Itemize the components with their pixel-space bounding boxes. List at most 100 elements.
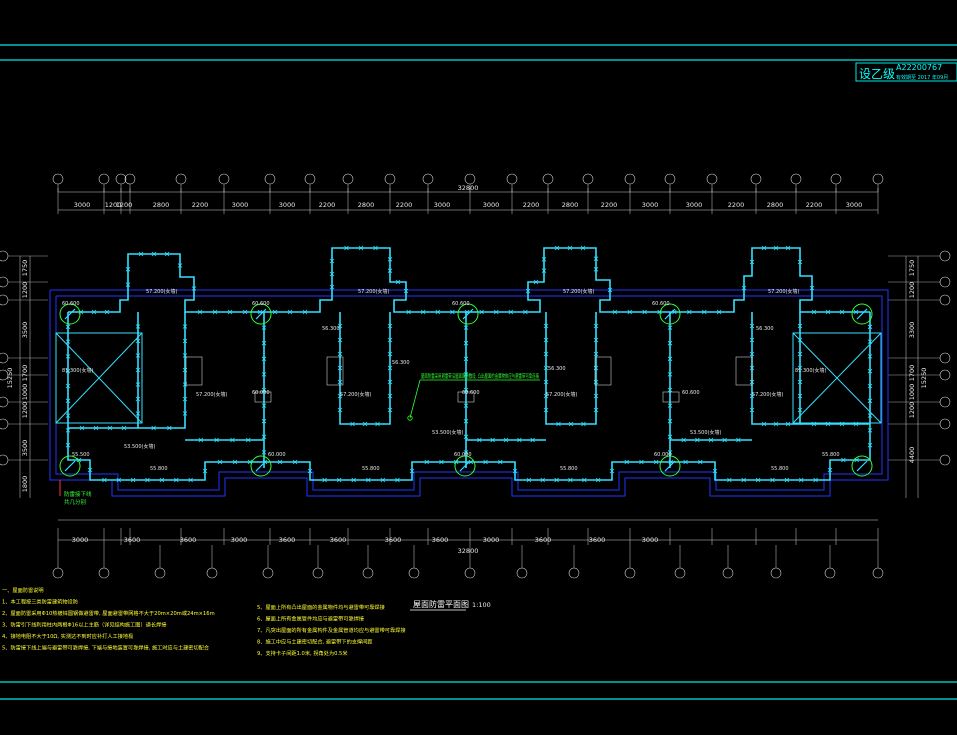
- bottom-dimension-label: 3000: [642, 536, 659, 544]
- top-dimension-label: 2200: [806, 201, 823, 209]
- top-dimension-label: 2200: [319, 201, 336, 209]
- top-dimension-label: 2800: [562, 201, 579, 209]
- axis-bubble: [384, 173, 396, 185]
- axis-bubble: [218, 173, 230, 185]
- elevation-label: 57.200(女墙): [752, 391, 783, 398]
- axis-bubble: [262, 567, 274, 579]
- right-dimension-label: 1700: [908, 365, 916, 382]
- roof-lightning-plan: 设乙级 A22200767 有效期至 2017 年09月 32800 32800…: [0, 44, 957, 700]
- left-dimension-label: 1000: [21, 384, 29, 401]
- design-note-line: 5、屋面上所有凸出屋面的金属物件均与避雷带可靠焊接: [257, 603, 385, 611]
- elevation-label: 53.500(女墙): [432, 429, 463, 436]
- qualification-stamp: 设乙级 A22200767 有效期至 2017 年09月: [855, 62, 957, 82]
- elevation-label: 60.600: [62, 301, 80, 307]
- left-dimension-label: 1800: [21, 476, 29, 493]
- top-dimension-label: 1200: [116, 201, 133, 209]
- top-dimension-label: 2800: [767, 201, 784, 209]
- axis-bubble: [770, 567, 782, 579]
- axis-bubble: [824, 567, 836, 579]
- axis-bubble: [664, 173, 676, 185]
- plan-scale: 1:100: [472, 601, 491, 609]
- top-dimension-label: 2200: [192, 201, 209, 209]
- top-dimension-label: 2200: [523, 201, 540, 209]
- design-note-line: 一、屋面防雷说明: [2, 586, 44, 594]
- axis-bubble: [939, 396, 951, 408]
- design-notes-right: 5、屋面上所有凸出屋面的金属物件均与避雷带可靠焊接 6、屋面上所有金属管件均应与避…: [257, 603, 406, 657]
- elevation-label: 60.600: [252, 301, 270, 307]
- elevation-label: 60.000: [654, 452, 672, 458]
- left-dimension-label: 1750: [21, 260, 29, 277]
- bottom-total-dimension: 32800: [458, 547, 479, 555]
- axis-bubble: [516, 567, 528, 579]
- elevation-label: 60.600: [682, 390, 700, 396]
- elevation-label: 56.300: [392, 360, 410, 366]
- top-dimension-label: 2200: [601, 201, 618, 209]
- top-dimension-label: 3000: [483, 201, 500, 209]
- top-dimension-label: 2800: [358, 201, 375, 209]
- drawing-canvas: 设乙级 A22200767 有效期至 2017 年09月 32800 32800…: [0, 0, 957, 735]
- bottom-dimension-label: 3000: [483, 536, 500, 544]
- axis-bubble: [568, 567, 580, 579]
- top-dimension-label: 2200: [728, 201, 745, 209]
- elevation-label: 60.000: [268, 452, 286, 458]
- axis-bubble: [206, 567, 218, 579]
- elevation-label: 57.200(女墙): [546, 391, 577, 398]
- elevation-label: 81.300(女墙): [795, 367, 826, 374]
- axis-bubble: [264, 173, 276, 185]
- elevation-label: 60.600: [462, 390, 480, 396]
- right-dimension-label: 1750: [908, 260, 916, 277]
- right-dimension-label: 1200: [908, 282, 916, 299]
- elevation-label: 60.600: [452, 301, 470, 307]
- bottom-dimension-label: 3000: [231, 536, 248, 544]
- down-lead-arrow: [856, 308, 868, 320]
- left-dimension-labels: 17501200350017001000120035001800: [21, 260, 29, 493]
- axis-bubble: [154, 567, 166, 579]
- downlead-note-line: 防雷接下线: [64, 490, 92, 498]
- elevation-label: 57.200(女墙): [146, 288, 177, 295]
- tape-segment: [339, 312, 391, 425]
- bottom-dimension-label: 3600: [589, 536, 606, 544]
- callout-note: 屋面防雷采用避雷带沿屋面周边敷设, 凸出屋面的金属物体应与避雷带可靠连接: [421, 372, 539, 380]
- elevation-label: 60.000: [252, 390, 270, 396]
- axis-bubble: [464, 567, 476, 579]
- top-dimension-label: 2200: [396, 201, 413, 209]
- elevation-label: 55.800: [150, 466, 168, 472]
- elevation-label: 53.500(女墙): [124, 443, 155, 450]
- top-dimension-label: 3000: [846, 201, 863, 209]
- axis-bubble: [674, 567, 686, 579]
- left-dimension-label: 1700: [21, 365, 29, 382]
- stamp-valid: 有效期至 2017 年09月: [896, 74, 948, 81]
- elevation-label: 57.200(女墙): [358, 288, 389, 295]
- elevation-label: 55.800: [560, 466, 578, 472]
- stamp-cert-no: A22200767: [896, 63, 942, 72]
- axis-bubble: [98, 173, 110, 185]
- axis-bubble: [582, 173, 594, 185]
- design-note-line: 6、屋面上所有金属管件均应与避雷带可靠焊接: [257, 615, 364, 623]
- top-dimension-label: 3000: [74, 201, 91, 209]
- stair-hatch-left: [55, 332, 143, 424]
- down-lead-arrow: [64, 460, 76, 472]
- right-dimension-label: 1000: [908, 384, 916, 401]
- bottom-dimension-label: 3000: [72, 536, 89, 544]
- axis-bubble: [312, 567, 324, 579]
- down-lead-arrow: [64, 308, 76, 320]
- axis-bubble: [624, 173, 636, 185]
- stair-hatch-right: [792, 332, 882, 424]
- elevation-label: 60.000: [454, 452, 472, 458]
- bottom-dimension-label: 3600: [124, 536, 141, 544]
- axis-bubble: [0, 454, 9, 466]
- stamp-grade: 设乙级: [859, 67, 895, 81]
- axis-bubble: [939, 369, 951, 381]
- axis-bubble: [0, 418, 9, 430]
- axis-bubble: [872, 173, 884, 185]
- axis-bubble: [52, 567, 64, 579]
- top-dimension-label: 3000: [279, 201, 296, 209]
- design-notes-left: 一、屋面防雷说明 1、本工程按三类防雷建筑物设防 2、屋面防雷采用Φ10热镀锌圆钢做…: [2, 586, 215, 652]
- axis-bubble: [939, 352, 951, 364]
- bottom-dimension-label: 3600: [535, 536, 552, 544]
- right-dimension-label: 1200: [908, 402, 916, 419]
- axis-bubble: [0, 396, 9, 408]
- tape-support-marks: [65, 245, 873, 483]
- axis-bubble: [52, 173, 64, 185]
- bottom-dimension-label: 3600: [385, 536, 402, 544]
